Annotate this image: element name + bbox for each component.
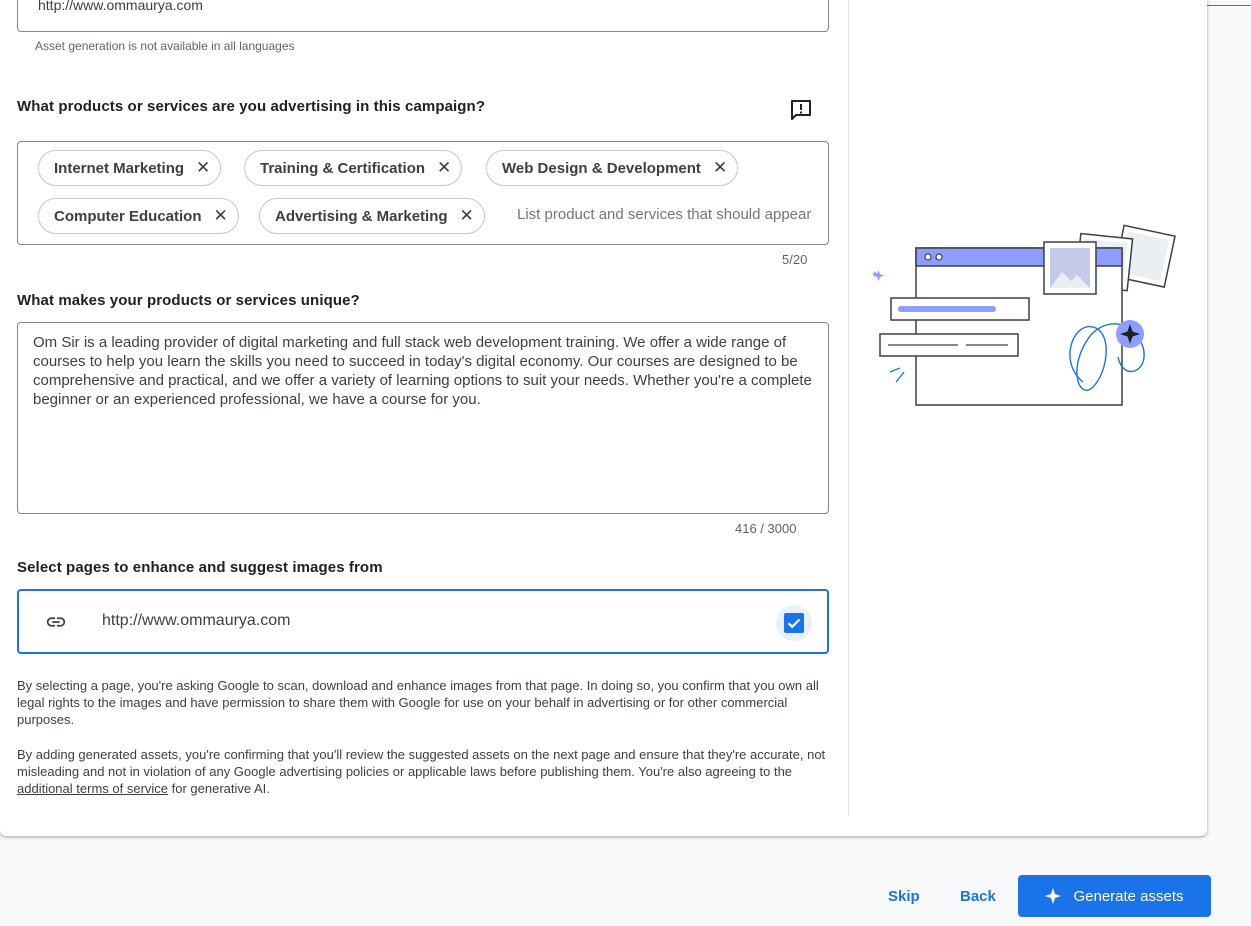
sparkle-icon [1045,888,1062,904]
remove-chip-icon[interactable]: ✕ [196,158,210,178]
generate-assets-button[interactable]: Generate assets [1018,875,1211,917]
remove-chip-icon[interactable]: ✕ [214,206,228,226]
chip-computer-education: Computer Education ✕ [38,198,239,234]
feedback-icon[interactable] [789,98,813,122]
link-icon [46,617,66,627]
asset-generation-illustration [872,224,1176,406]
disclaimer-text: By adding generated assets, you're confi… [17,747,826,779]
page-checkbox[interactable] [784,613,804,633]
unique-section-title: What makes your products or services uni… [17,292,360,309]
back-button[interactable]: Back [960,874,996,918]
generated-assets-disclaimer: By adding generated assets, you're confi… [17,746,832,797]
remove-chip-icon[interactable]: ✕ [713,158,727,178]
chip-label: Computer Education [54,207,202,225]
chip-label: Internet Marketing [54,159,185,177]
chip-label: Web Design & Development [502,159,701,177]
image-scan-disclaimer: By selecting a page, you're asking Googl… [17,678,819,727]
chip-label: Training & Certification [260,159,426,177]
page-url: http://www.ommaurya.com [102,612,291,629]
column-divider [848,0,849,816]
products-counter: 5/20 [782,252,808,267]
language-helper-text: Asset generation is not available in all… [35,39,295,53]
skip-button[interactable]: Skip [888,874,920,918]
check-icon [787,618,801,629]
chip-internet-marketing: Internet Marketing ✕ [38,150,222,186]
disclaimer-text-end: for generative AI. [168,781,270,796]
remove-chip-icon[interactable]: ✕ [437,158,451,178]
add-product-input[interactable] [517,206,827,223]
chip-training-certification: Training & Certification ✕ [244,150,463,186]
chip-advertising-marketing: Advertising & Marketing ✕ [259,198,485,234]
chip-label: Advertising & Marketing [275,207,448,225]
products-section-title: What products or services are you advert… [17,98,486,115]
chip-web-design-development: Web Design & Development ✕ [486,150,738,186]
page-checkbox-container[interactable] [776,605,812,641]
final-url-field[interactable]: http://www.ommaurya.com [17,0,829,32]
generate-assets-label: Generate assets [1073,887,1184,905]
products-chip-input[interactable]: Internet Marketing ✕ Training & Certific… [17,141,829,245]
pages-section-title: Select pages to enhance and suggest imag… [17,559,383,576]
asset-generation-card: http://www.ommaurya.com Asset generation… [0,0,1207,836]
page-option-row[interactable]: http://www.ommaurya.com [17,589,829,654]
unique-description-textarea[interactable]: Om Sir is a leading provider of digital … [17,322,829,514]
remove-chip-icon[interactable]: ✕ [460,206,474,226]
additional-terms-link[interactable]: additional terms of service [17,781,168,796]
unique-counter: 416 / 3000 [735,521,797,536]
final-url-value: http://www.ommaurya.com [38,0,203,13]
